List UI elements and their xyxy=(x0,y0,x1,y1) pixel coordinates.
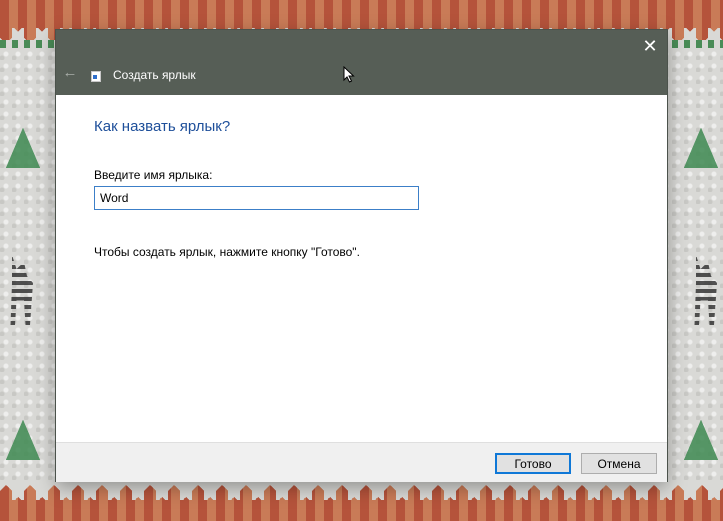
pattern-tree-left xyxy=(6,128,40,168)
back-arrow-icon[interactable]: ← xyxy=(62,64,78,81)
mouse-cursor-icon xyxy=(343,66,355,83)
pattern-deer-left xyxy=(10,255,33,325)
pattern-deer-right xyxy=(694,255,717,325)
shortcut-name-input[interactable] xyxy=(94,186,419,210)
dialog-footer: Готово Отмена xyxy=(56,442,667,482)
pattern-zigzag-bottom xyxy=(0,482,723,500)
dialog-titlebar: ✕ ← Создать ярлык xyxy=(56,30,667,95)
create-shortcut-dialog: ✕ ← Создать ярлык Как назвать ярлык? Вве… xyxy=(56,30,667,482)
finish-hint-text: Чтобы создать ярлык, нажмите кнопку "Гот… xyxy=(94,245,360,259)
close-icon[interactable]: ✕ xyxy=(637,34,663,58)
pattern-tree-right xyxy=(684,128,718,168)
window-title: Создать ярлык xyxy=(113,68,196,82)
pattern-tree-right-bottom xyxy=(684,420,718,460)
sweater-pattern-bottom xyxy=(0,482,723,521)
shortcut-wizard-icon xyxy=(91,71,101,82)
page-heading: Как назвать ярлык? xyxy=(94,118,231,135)
finish-button[interactable]: Готово xyxy=(495,453,571,474)
pattern-tree-left-bottom xyxy=(6,420,40,460)
shortcut-name-label: Введите имя ярлыка: xyxy=(94,168,213,182)
cancel-button[interactable]: Отмена xyxy=(581,453,657,474)
